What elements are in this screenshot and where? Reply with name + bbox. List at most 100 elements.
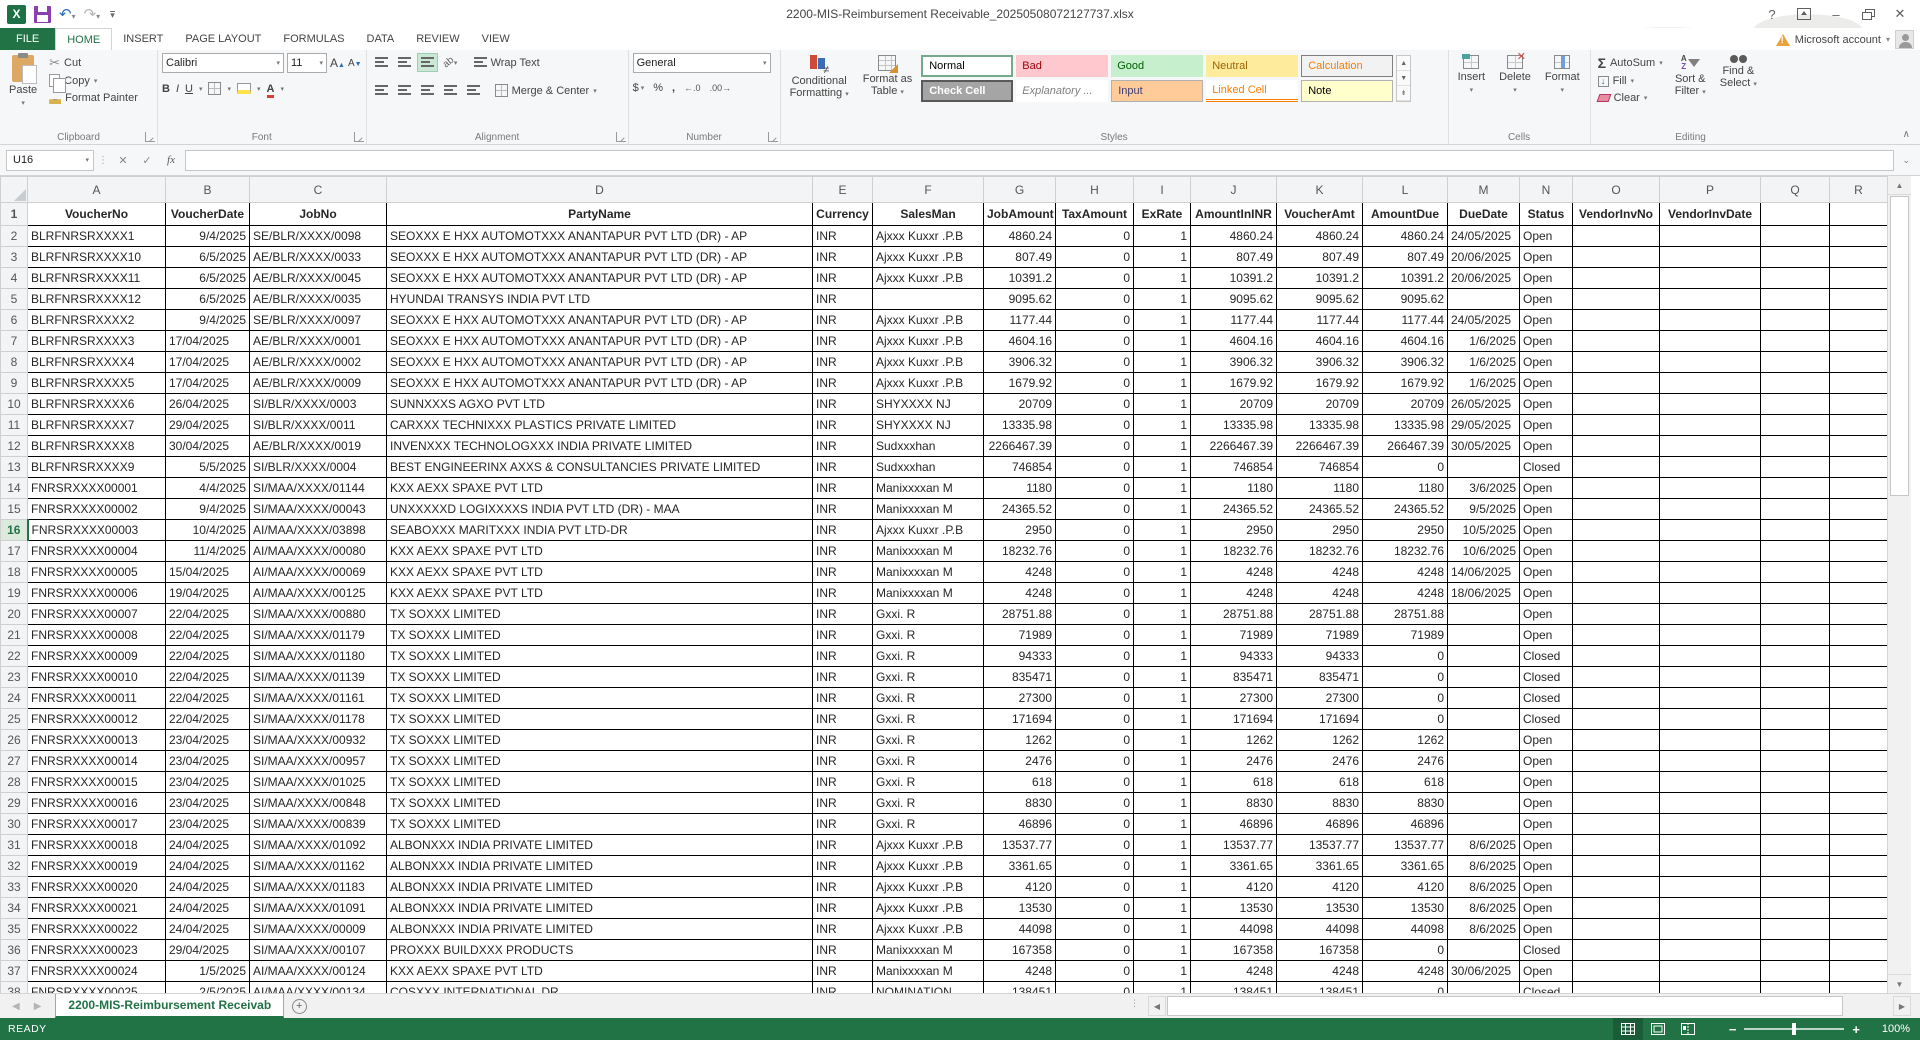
cell-B19[interactable]: 19/04/2025	[166, 583, 250, 604]
cell-I32[interactable]: 1	[1134, 856, 1191, 877]
cell-I37[interactable]: 1	[1134, 961, 1191, 982]
cell-P9[interactable]	[1660, 373, 1761, 394]
cell-J25[interactable]: 171694	[1191, 709, 1277, 730]
cell-J8[interactable]: 3906.32	[1191, 352, 1277, 373]
cell-K12[interactable]: 2266467.39	[1277, 436, 1363, 457]
column-header-A[interactable]: A	[28, 177, 166, 203]
cell-A8[interactable]: BLRFNRSRXXXX4	[28, 352, 166, 373]
cell-H28[interactable]: 0	[1056, 772, 1134, 793]
cell-P28[interactable]	[1660, 772, 1761, 793]
cell-Q23[interactable]	[1761, 667, 1830, 688]
cell-Q30[interactable]	[1761, 814, 1830, 835]
normal-view-button[interactable]	[1613, 1018, 1643, 1040]
cell-E5[interactable]: INR	[813, 289, 873, 310]
cell-E33[interactable]: INR	[813, 877, 873, 898]
cell-R29[interactable]	[1830, 793, 1888, 814]
cell-O29[interactable]	[1573, 793, 1660, 814]
style-chip-calculation[interactable]: Calculation	[1301, 55, 1393, 77]
cell-F11[interactable]: SHYXXXX NJ	[873, 415, 984, 436]
cell-Q24[interactable]	[1761, 688, 1830, 709]
cell-P1[interactable]: VendorInvDate	[1660, 203, 1761, 226]
cell-H33[interactable]: 0	[1056, 877, 1134, 898]
cell-N20[interactable]: Open	[1520, 604, 1573, 625]
cell-R24[interactable]	[1830, 688, 1888, 709]
name-box[interactable]: U16 ▾	[6, 150, 94, 171]
column-header-N[interactable]: N	[1520, 177, 1573, 203]
cell-E24[interactable]: INR	[813, 688, 873, 709]
cell-C13[interactable]: SI/BLR/XXXX/0004	[250, 457, 387, 478]
cell-P29[interactable]	[1660, 793, 1761, 814]
cell-B4[interactable]: 6/5/2025	[166, 268, 250, 289]
cell-E23[interactable]: INR	[813, 667, 873, 688]
cell-Q13[interactable]	[1761, 457, 1830, 478]
cell-Q36[interactable]	[1761, 940, 1830, 961]
cell-L38[interactable]: 0	[1363, 982, 1448, 994]
cell-F30[interactable]: Gxxi. R	[873, 814, 984, 835]
cell-D16[interactable]: SEABOXXX MARITXXX INDIA PVT LTD-DR	[387, 520, 813, 541]
cell-F4[interactable]: Ajxxx Kuxxr .P.B	[873, 268, 984, 289]
prev-sheet-button[interactable]: ◀	[12, 1001, 20, 1012]
cell-A31[interactable]: FNRSRXXXX00018	[28, 835, 166, 856]
cell-E35[interactable]: INR	[813, 919, 873, 940]
cell-B2[interactable]: 9/4/2025	[166, 226, 250, 247]
cell-J13[interactable]: 746854	[1191, 457, 1277, 478]
percent-style-button[interactable]: %	[653, 82, 663, 94]
cell-G19[interactable]: 4248	[984, 583, 1056, 604]
page-break-view-button[interactable]	[1673, 1018, 1703, 1040]
top-align-button[interactable]	[371, 53, 392, 72]
cell-M22[interactable]	[1448, 646, 1520, 667]
cell-J18[interactable]: 4248	[1191, 562, 1277, 583]
cell-L15[interactable]: 24365.52	[1363, 499, 1448, 520]
cell-G1[interactable]: JobAmount	[984, 203, 1056, 226]
cell-P2[interactable]	[1660, 226, 1761, 247]
redo-button[interactable]: ↷▾	[84, 7, 101, 22]
cell-M30[interactable]	[1448, 814, 1520, 835]
row-header-28[interactable]: 28	[1, 772, 28, 793]
row-header-24[interactable]: 24	[1, 688, 28, 709]
row-header-20[interactable]: 20	[1, 604, 28, 625]
cell-O3[interactable]	[1573, 247, 1660, 268]
cell-R21[interactable]	[1830, 625, 1888, 646]
cell-B30[interactable]: 23/04/2025	[166, 814, 250, 835]
cell-A25[interactable]: FNRSRXXXX00012	[28, 709, 166, 730]
cell-N35[interactable]: Open	[1520, 919, 1573, 940]
cell-G21[interactable]: 71989	[984, 625, 1056, 646]
cut-button[interactable]: ✂Cut	[46, 55, 141, 70]
column-header-D[interactable]: D	[387, 177, 813, 203]
cell-M12[interactable]: 30/05/2025	[1448, 436, 1520, 457]
cell-D18[interactable]: KXX AEXX SPAXE PVT LTD	[387, 562, 813, 583]
cell-K19[interactable]: 4248	[1277, 583, 1363, 604]
cell-R27[interactable]	[1830, 751, 1888, 772]
cell-L34[interactable]: 13530	[1363, 898, 1448, 919]
cell-P34[interactable]	[1660, 898, 1761, 919]
cell-A33[interactable]: FNRSRXXXX00020	[28, 877, 166, 898]
cell-F13[interactable]: Sudxxxhan	[873, 457, 984, 478]
cell-E31[interactable]: INR	[813, 835, 873, 856]
zoom-slider-handle[interactable]	[1792, 1023, 1796, 1035]
cell-P26[interactable]	[1660, 730, 1761, 751]
cell-N12[interactable]: Open	[1520, 436, 1573, 457]
cell-P19[interactable]	[1660, 583, 1761, 604]
cell-P8[interactable]	[1660, 352, 1761, 373]
cell-H37[interactable]: 0	[1056, 961, 1134, 982]
font-name-combo[interactable]: Calibri▾	[162, 53, 284, 73]
cell-J3[interactable]: 807.49	[1191, 247, 1277, 268]
cell-K38[interactable]: 138451	[1277, 982, 1363, 994]
cell-O36[interactable]	[1573, 940, 1660, 961]
cell-R22[interactable]	[1830, 646, 1888, 667]
cell-A36[interactable]: FNRSRXXXX00023	[28, 940, 166, 961]
cell-K25[interactable]: 171694	[1277, 709, 1363, 730]
cell-H30[interactable]: 0	[1056, 814, 1134, 835]
alignment-dialog-launcher[interactable]	[616, 132, 626, 142]
cell-L10[interactable]: 20709	[1363, 394, 1448, 415]
cell-O26[interactable]	[1573, 730, 1660, 751]
cell-M13[interactable]	[1448, 457, 1520, 478]
scroll-left-button[interactable]: ◀	[1148, 996, 1166, 1016]
cell-L11[interactable]: 13335.98	[1363, 415, 1448, 436]
cell-O31[interactable]	[1573, 835, 1660, 856]
cell-J24[interactable]: 27300	[1191, 688, 1277, 709]
wrap-text-button[interactable]: Wrap Text	[471, 56, 543, 70]
cell-O34[interactable]	[1573, 898, 1660, 919]
cell-H6[interactable]: 0	[1056, 310, 1134, 331]
row-header-12[interactable]: 12	[1, 436, 28, 457]
